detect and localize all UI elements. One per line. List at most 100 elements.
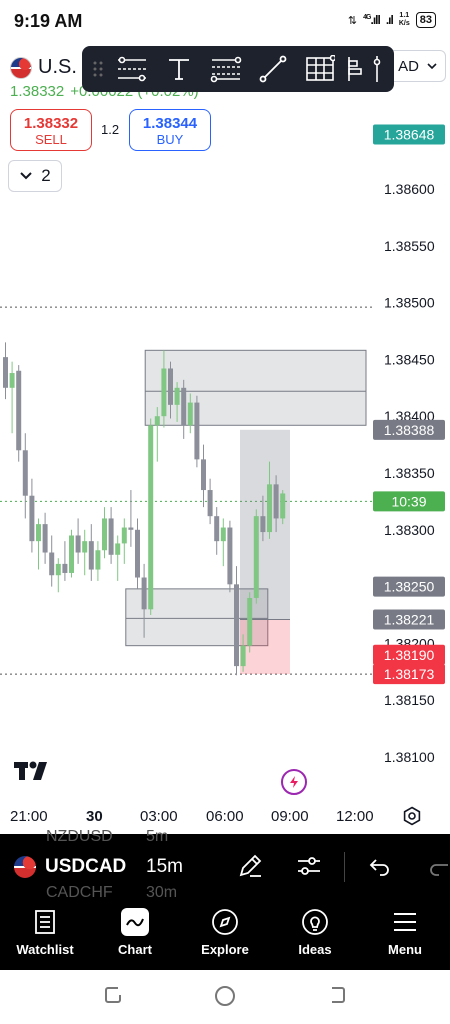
candle-body [168,368,173,405]
candle-body [22,450,28,496]
grip-icon[interactable] [88,57,108,81]
candle-body [3,357,8,388]
nav-label: Ideas [298,942,332,957]
flag-icon [10,56,32,79]
y-tick-label: 1.38500 [384,295,435,311]
candle-body [154,416,160,426]
y-tick-label: 1.38100 [384,749,435,765]
text-icon[interactable] [155,46,202,92]
time-label-0600: 06:00 [206,808,244,825]
y-tick-label: 1.38600 [384,181,435,197]
lightning-icon[interactable] [281,769,307,795]
y-tick-label: 1.38350 [384,465,435,481]
candle-body [267,484,272,533]
candle-body [253,516,259,598]
currency-select[interactable]: AD [386,50,446,82]
status-icons: ⇅ 4G.ıll .ıl 1.1 K/s 83 [348,12,436,28]
bottom-nav: Watchlist Chart Explore Ideas Menu [0,900,450,970]
recents-icon[interactable] [102,984,124,1011]
nav-explore[interactable]: Explore [180,900,270,970]
y-tick-label: 1.38450 [384,351,435,367]
home-icon[interactable] [213,984,237,1013]
price-tag-label: 1.38221 [384,612,435,628]
last-price: 1.38332 [10,83,65,100]
candle-body [273,484,279,519]
axis-settings-icon[interactable] [402,806,422,831]
y-tick-label: 1.38150 [384,692,435,708]
signal-icon: 4G.ıll [363,13,381,27]
price-tag-label: 1.38190 [384,647,435,663]
long-position-icon[interactable] [343,46,367,92]
candle-body [42,524,48,553]
candle-body [62,563,68,573]
redo-icon[interactable] [428,852,450,885]
price-chart[interactable]: 1.381001.381501.382001.382501.383001.383… [0,100,450,800]
candle-body [214,516,220,542]
candle-body [49,552,55,576]
candle-body [148,425,154,610]
candle-body [201,459,206,491]
candle-body [220,527,226,542]
candle-body [16,370,22,451]
price-tag-label: 1.38250 [384,579,435,595]
time-label-0900: 09:00 [271,808,309,825]
candle-body [174,387,180,405]
drawing-toolbar [82,46,394,92]
hamburger-icon [391,908,419,936]
candle-body [69,535,74,573]
candle-body [141,577,147,610]
nav-watchlist[interactable]: Watchlist [0,900,90,970]
interval-selector[interactable]: 15m [146,856,183,878]
candle-body [95,550,101,570]
pencil-icon[interactable] [236,852,264,885]
fib-icon[interactable] [202,46,249,92]
nav-chart[interactable]: Chart [90,900,180,970]
candle-body [260,516,266,533]
data-transfer-icon: ⇅ [347,14,358,27]
candle-body [187,402,193,426]
candle-body [108,518,114,555]
candle-body [227,527,233,585]
candle-body [181,387,187,426]
tradingview-logo [14,760,54,787]
candle-body [75,535,81,553]
vertical-line-icon[interactable] [367,46,387,92]
trend-line-icon[interactable] [249,46,296,92]
candle-body [280,493,286,519]
compass-icon [211,908,239,936]
flag-icon [14,856,36,878]
time-axis[interactable]: 21:00 30 03:00 06:00 09:00 12:00 [0,804,450,830]
watchlist-icon [31,908,59,936]
status-time: 9:19 AM [14,11,83,31]
nav-label: Chart [118,942,152,957]
candle-body [234,584,239,667]
signal-icon-2: .ıl [385,13,394,27]
grid-icon[interactable] [296,46,343,92]
symbol-header[interactable]: U.S. [10,56,77,79]
nav-label: Menu [388,942,422,957]
bulb-icon [301,908,329,936]
y-tick-label: 1.38300 [384,522,435,538]
candle-body [55,563,61,576]
currency-value: AD [398,57,419,75]
candle-body [121,527,127,544]
candle-body [9,373,15,388]
nav-label: Watchlist [16,942,74,957]
ghost-interval: 5m [146,828,169,845]
net-speed: 1.1 K/s [398,12,410,27]
undo-icon[interactable] [366,852,392,885]
trend-channel-icon[interactable] [108,46,155,92]
candle-body [36,524,41,542]
chevron-down-icon [427,63,437,70]
price-tag-label: 1.38648 [384,126,435,142]
battery-icon: 83 [415,12,436,28]
candle-body [88,541,94,570]
price-tag-label: 10:39 [391,493,426,509]
nav-ideas[interactable]: Ideas [270,900,360,970]
candle-body [115,543,121,555]
sliders-icon[interactable] [295,852,323,885]
nav-menu[interactable]: Menu [360,900,450,970]
back-icon[interactable] [326,984,348,1011]
price-tag-label: 1.38173 [384,666,435,682]
symbol-selector[interactable]: USDCAD [45,856,126,878]
